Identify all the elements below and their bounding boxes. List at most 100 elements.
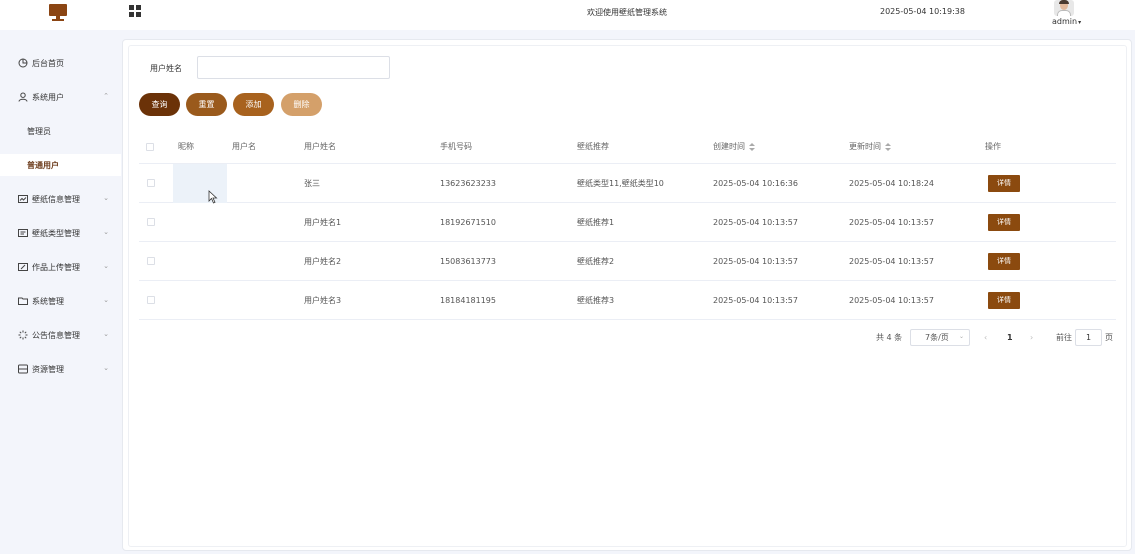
cell-realname: 张三 [304, 178, 320, 188]
next-page-button[interactable]: › [1030, 329, 1033, 346]
sidebar-item-label: 后台首页 [32, 58, 64, 68]
sidebar-item-label: 公告信息管理 [32, 330, 80, 340]
hovered-cell [173, 164, 227, 203]
chevron-down-icon: ⌄ [103, 330, 109, 338]
column-header-username: 用户名 [232, 142, 256, 151]
cell-action: 详情 [988, 242, 1020, 280]
cell-realname: 用户姓名3 [304, 295, 342, 305]
column-header-nickname: 昵称 [178, 142, 194, 151]
column-header-updated[interactable]: 更新时间 [849, 130, 891, 163]
chevron-down-icon: ⌄ [958, 333, 964, 340]
pagination-total: 共 4 条 [876, 333, 903, 342]
table-row: 张三 13623623233 壁纸类型11,壁纸类型10 2025-05-04 … [139, 164, 1116, 203]
pie-chart-icon [18, 58, 28, 68]
edit-card-icon [18, 262, 28, 272]
app-root: 欢迎使用壁纸管理系统 2025-05-04 10:19:38 admin▾ 后台… [0, 0, 1135, 554]
sidebar-item-wallpaper-types[interactable]: 壁纸类型管理 ⌄ [0, 222, 121, 244]
sort-icon[interactable] [885, 142, 891, 151]
chevron-up-icon: ⌃ [103, 92, 109, 100]
row-select-cell [147, 203, 155, 241]
page-unit-label: 页 [1105, 333, 1113, 342]
column-header-recommend: 壁纸推荐 [577, 142, 609, 151]
cell-recommend: 壁纸类型11,壁纸类型10 [577, 178, 664, 188]
column-header-action: 操作 [985, 142, 1001, 151]
select-all-cell [146, 130, 154, 163]
page-size-select[interactable]: 7条/页 ⌄ [910, 329, 970, 346]
system-title: 欢迎使用壁纸管理系统 [587, 8, 667, 17]
chevron-down-icon: ⌄ [103, 262, 109, 270]
detail-button[interactable]: 详情 [988, 291, 1020, 309]
chevron-down-icon: ⌄ [103, 364, 109, 372]
realname-search-input[interactable] [197, 56, 390, 79]
column-header-created-label: 创建时间 [713, 142, 745, 151]
table-header: 昵称 用户名 用户姓名 手机号码 壁纸推荐 创建时间 更新时间 操作 [139, 130, 1116, 164]
select-all-checkbox[interactable] [146, 142, 154, 151]
cell-updated: 2025-05-04 10:13:57 [849, 295, 934, 305]
avatar[interactable] [1054, 0, 1074, 16]
sidebar-subitem-admins[interactable]: 管理员 [0, 120, 121, 142]
cell-updated: 2025-05-04 10:13:57 [849, 256, 934, 266]
reset-button[interactable]: 重置 [186, 93, 227, 116]
username-label: admin [1052, 17, 1078, 26]
top-header: 欢迎使用壁纸管理系统 2025-05-04 10:19:38 admin▾ [0, 0, 1135, 30]
sidebar-item-label: 壁纸信息管理 [32, 194, 80, 204]
sidebar-subitem-regular-users[interactable]: 普通用户 [0, 154, 121, 176]
page-number-current[interactable]: 1 [1007, 329, 1013, 346]
row-checkbox[interactable] [147, 179, 155, 187]
cell-phone: 18192671510 [440, 217, 496, 227]
sidebar-item-label: 壁纸类型管理 [32, 228, 80, 238]
detail-button[interactable]: 详情 [988, 252, 1020, 270]
row-checkbox[interactable] [147, 218, 155, 226]
detail-button[interactable]: 详情 [988, 213, 1020, 231]
row-checkbox[interactable] [147, 296, 155, 304]
monitor-logo-icon [49, 4, 67, 21]
loading-icon [18, 330, 28, 340]
chart-card-icon [18, 194, 28, 204]
delete-button[interactable]: 删除 [281, 93, 322, 116]
goto-label: 前往 [1056, 333, 1072, 342]
sidebar-item-label: 系统管理 [32, 296, 64, 306]
search-label: 用户姓名 [150, 64, 182, 73]
column-header-created[interactable]: 创建时间 [713, 130, 755, 163]
table-row: 用户姓名2 15083613773 壁纸推荐2 2025-05-04 10:13… [139, 242, 1116, 281]
table-row: 用户姓名3 18184181195 壁纸推荐3 2025-05-04 10:13… [139, 281, 1116, 320]
cell-action: 详情 [988, 203, 1020, 241]
current-datetime: 2025-05-04 10:19:38 [880, 7, 965, 16]
chevron-down-icon: ⌄ [103, 194, 109, 202]
sidebar-item-dashboard[interactable]: 后台首页 [0, 52, 121, 74]
query-button[interactable]: 查询 [139, 93, 180, 116]
chevron-down-icon: ⌄ [103, 296, 109, 304]
sort-icon[interactable] [749, 142, 755, 151]
apps-grid-icon[interactable] [129, 5, 141, 17]
sidebar-item-wallpaper-info[interactable]: 壁纸信息管理 ⌄ [0, 188, 121, 210]
sidebar-item-system-management[interactable]: 系统管理 ⌄ [0, 290, 121, 312]
cell-recommend: 壁纸推荐3 [577, 295, 615, 305]
table-row: 用户姓名1 18192671510 壁纸推荐1 2025-05-04 10:13… [139, 203, 1116, 242]
row-checkbox[interactable] [147, 257, 155, 265]
sidebar-item-works-upload[interactable]: 作品上传管理 ⌄ [0, 256, 121, 278]
cell-recommend: 壁纸推荐2 [577, 256, 615, 266]
folder-icon [18, 296, 28, 306]
cell-created: 2025-05-04 10:13:57 [713, 217, 798, 227]
cell-action: 详情 [988, 281, 1020, 319]
goto-page-input[interactable] [1075, 329, 1102, 346]
cell-created: 2025-05-04 10:13:57 [713, 256, 798, 266]
row-select-cell [147, 242, 155, 280]
cell-realname: 用户姓名2 [304, 256, 342, 266]
sidebar-item-resources[interactable]: 资源管理 ⌄ [0, 358, 121, 380]
column-header-realname: 用户姓名 [304, 142, 336, 151]
sidebar-item-label: 作品上传管理 [32, 262, 80, 272]
sidebar-item-announcements[interactable]: 公告信息管理 ⌄ [0, 324, 121, 346]
prev-page-button[interactable]: ‹ [984, 329, 987, 346]
user-icon [18, 92, 28, 102]
page-size-value: 7条/页 [925, 333, 949, 342]
cell-phone: 18184181195 [440, 295, 496, 305]
row-select-cell [147, 281, 155, 319]
cell-realname: 用户姓名1 [304, 217, 342, 227]
cell-recommend: 壁纸推荐1 [577, 217, 615, 227]
user-menu-trigger[interactable]: admin▾ [1052, 17, 1081, 26]
detail-button[interactable]: 详情 [988, 174, 1020, 192]
sidebar-item-system-users[interactable]: 系统用户 ⌃ [0, 86, 121, 108]
cell-phone: 13623623233 [440, 178, 496, 188]
add-button[interactable]: 添加 [233, 93, 274, 116]
